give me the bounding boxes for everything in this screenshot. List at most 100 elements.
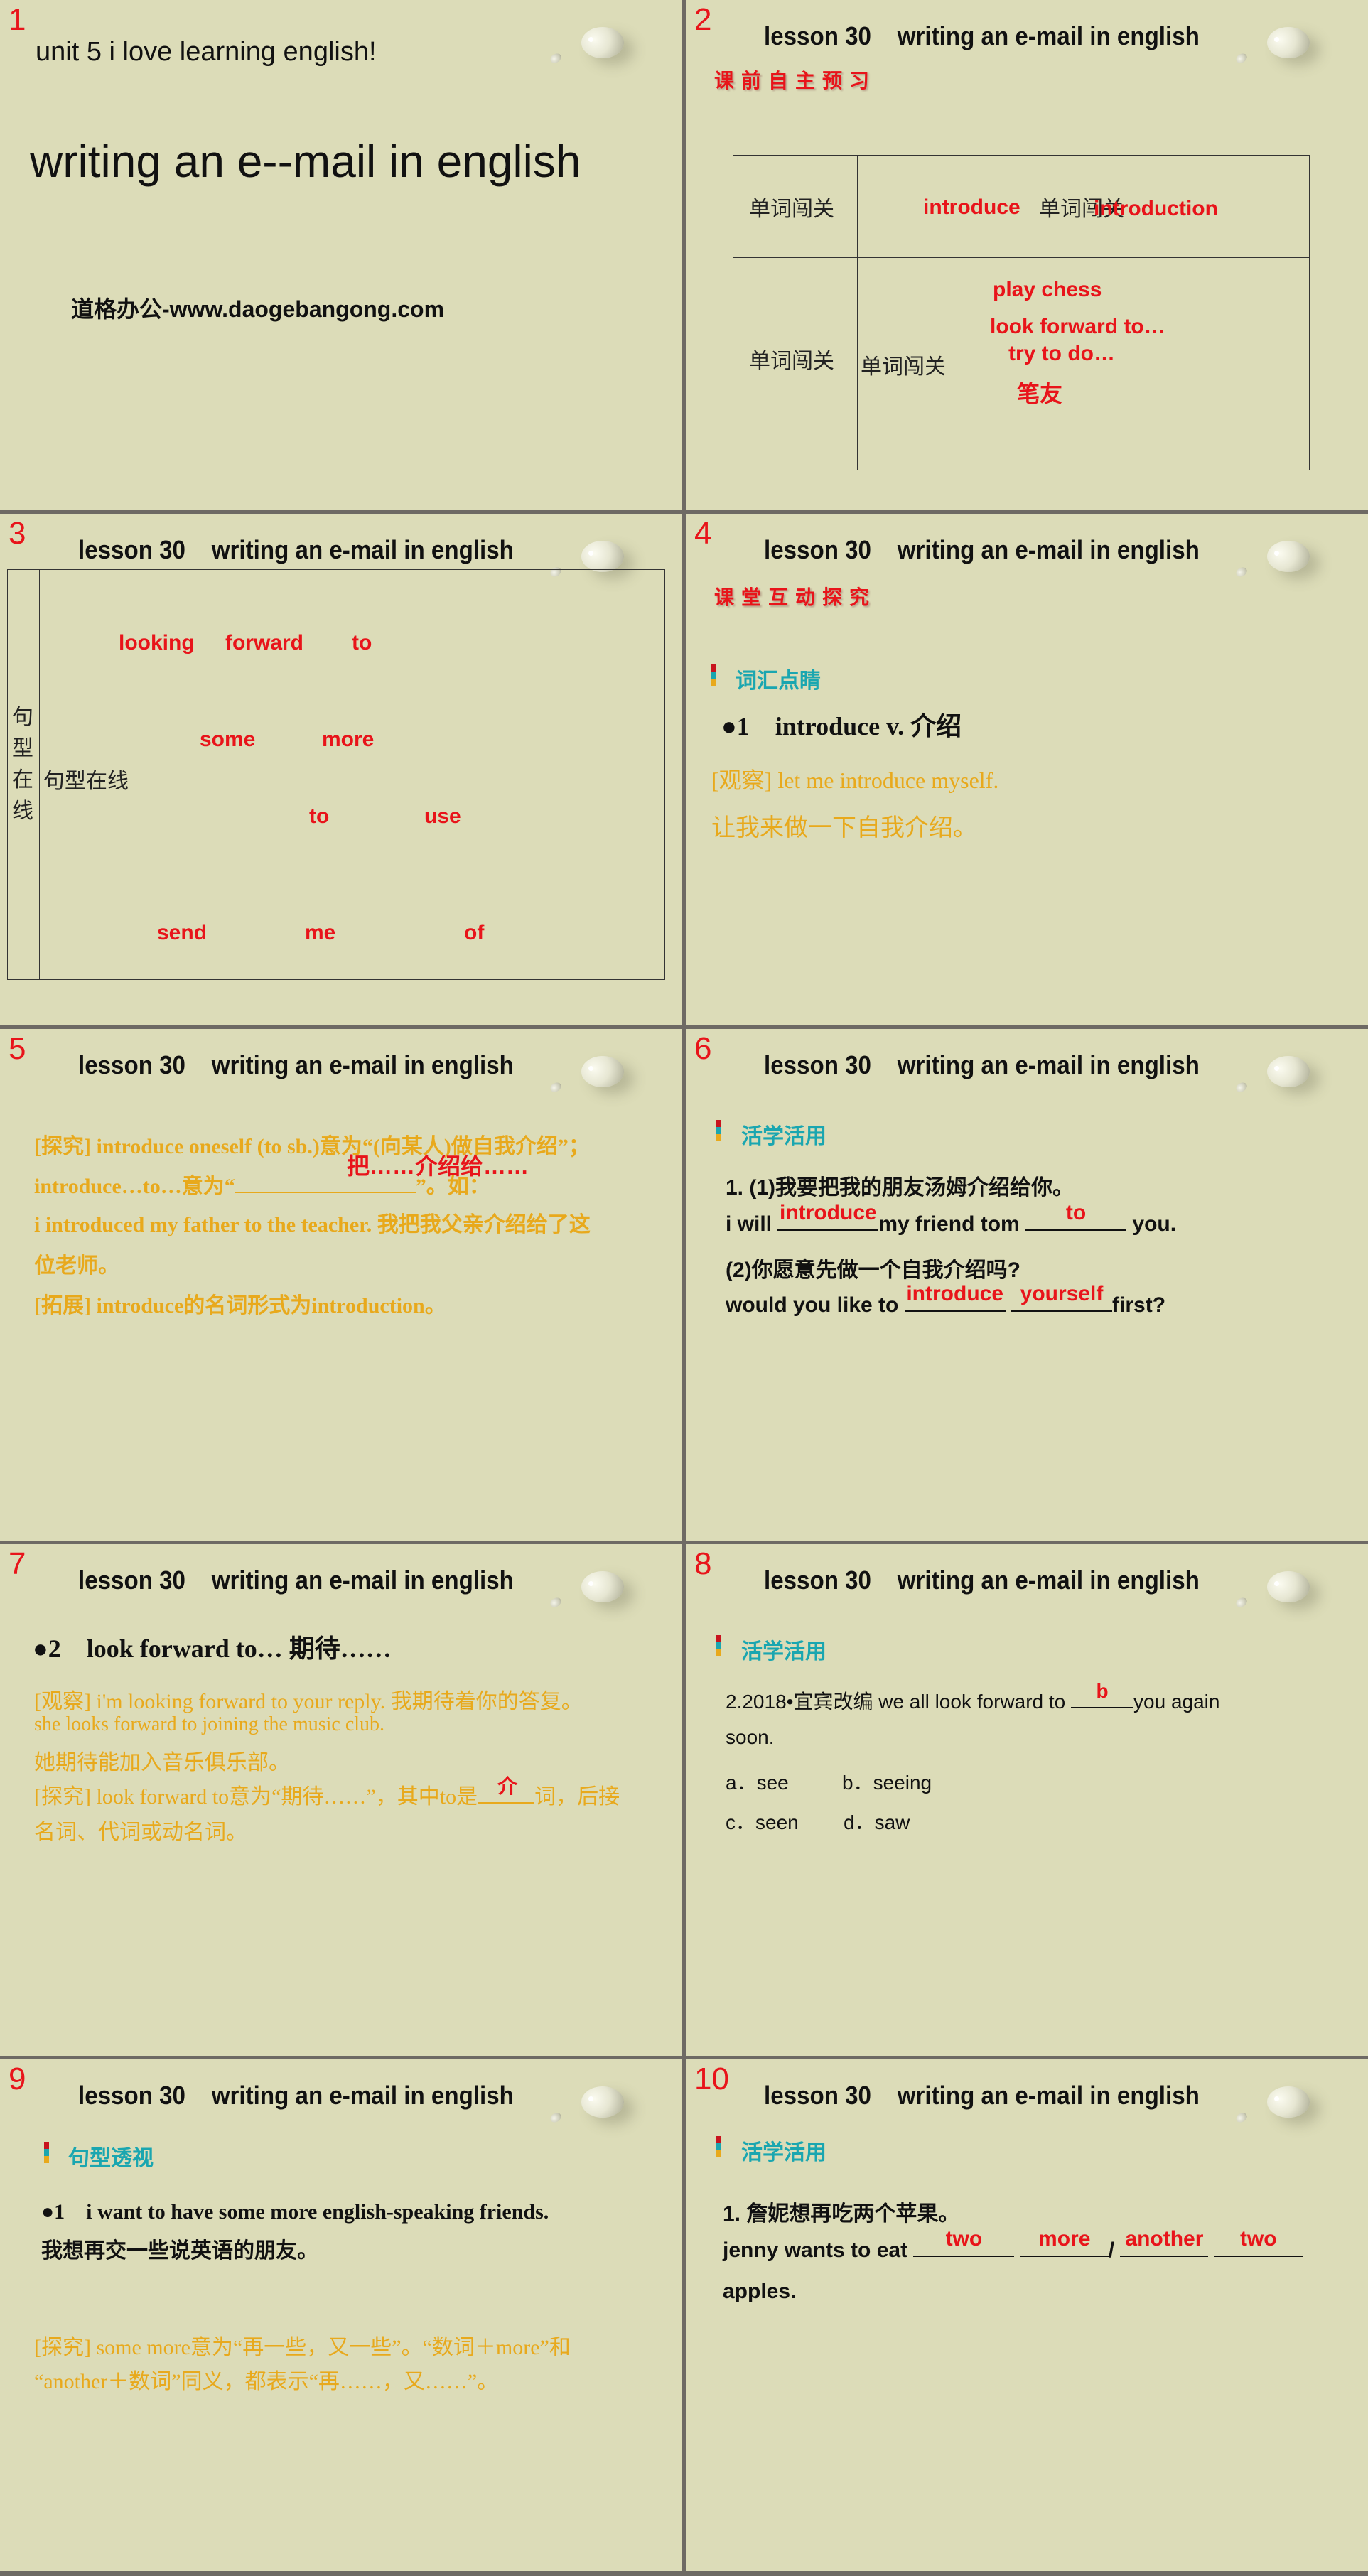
question-en: apples. [723, 2280, 797, 2303]
point-bullet: ●1 [721, 712, 750, 740]
blank-answer: more [1038, 2227, 1091, 2251]
observe-translation: 让我来做一下自我介绍。 [711, 814, 977, 841]
lesson-header: lesson 30 writing an e-mail in english [764, 2081, 1200, 2110]
option-a[interactable]: a．see [726, 1767, 789, 1796]
slide-title: writing an e--mail in english [30, 136, 581, 187]
slide-3[interactable]: 3 lesson 30 writing an e-mail in english… [0, 514, 682, 1025]
tricolor-bar-icon [716, 2136, 721, 2157]
sentence-table: 句 型 在 线 句型在线 looking forward to some mor… [7, 569, 665, 980]
slide-8[interactable]: 8 lesson 30 writing an e-mail in english… [686, 1544, 1368, 2056]
lesson-header: lesson 30 writing an e-mail in english [78, 1050, 514, 1079]
answer-word: forward [225, 631, 304, 654]
unit-title: unit 5 i love learning english! [36, 37, 377, 67]
explore-line: “another＋数词”同义，都表示“再……，又……”。 [34, 2370, 499, 2393]
website-footer: 道格办公-www.daogebangong.com [71, 296, 445, 322]
vocab-table: 单词闯关 introduce 单词闯关 introduction 单词闯关 单词… [733, 155, 1310, 470]
slide-6[interactable]: 6 lesson 30 writing an e-mail in english… [686, 1029, 1368, 1541]
slide-grid: 1 unit 5 i love learning english! writin… [0, 0, 1368, 2576]
option-b[interactable]: b．seeing [842, 1767, 932, 1796]
answer-look-forward-to: look forward to… [990, 315, 1165, 338]
tricolor-bar-icon [44, 2142, 49, 2163]
explore-line: [探究] some more意为“再一些，又一些”。“数词＋more”和 [34, 2336, 571, 2359]
slide-2[interactable]: 2 lesson 30 writing an e-mail in english… [686, 0, 1368, 510]
tricolor-bar-icon [711, 664, 716, 686]
side-label: 句 型 在 线 [12, 706, 33, 823]
fill-blank[interactable]: b [1071, 1680, 1134, 1708]
answer-word: me [305, 921, 336, 944]
slide-7[interactable]: 7 lesson 30 writing an e-mail in english… [0, 1544, 682, 2056]
lesson-header: lesson 30 writing an e-mail in english [78, 1565, 514, 1595]
section-title: 课堂互动探究 [714, 586, 877, 609]
lesson-header: lesson 30 writing an e-mail in english [764, 1050, 1200, 1079]
fill-blank[interactable]: to [1025, 1201, 1127, 1231]
answer-try-to-do: try to do… [1008, 342, 1115, 365]
lesson-header: lesson 30 writing an e-mail in english [78, 2081, 514, 2110]
answer-word: looking [119, 631, 195, 654]
slide-number: 1 [9, 2, 26, 37]
vocab-point: ●1 introduce v. 介绍 [721, 706, 962, 743]
question-en: jenny wants to eat two more / another two [723, 2227, 1303, 2263]
fill-blank[interactable]: introduce [777, 1201, 879, 1231]
blank-answer: introduce [780, 1201, 877, 1224]
option-c[interactable]: c．seen [726, 1807, 799, 1836]
explore-line: [探究] look forward to意为“期待……”，其中to是介词，后接 [34, 1775, 620, 1810]
slide-9[interactable]: 9 lesson 30 writing an e-mail in english… [0, 2059, 682, 2571]
answer-word: to [352, 631, 372, 654]
answer-word: send [157, 921, 208, 944]
water-drop-decoration [512, 2081, 632, 2138]
fill-blank[interactable]: 介 [478, 1775, 535, 1804]
blank-answer: yourself [1020, 1282, 1104, 1305]
subsection-title: 词汇点睛 [736, 669, 821, 693]
tricolor-bar-icon [716, 1120, 721, 1141]
question-en: i will introduce my friend tom to you. [726, 1201, 1177, 1236]
water-drop-decoration [1197, 1050, 1318, 1107]
lesson-header: lesson 30 writing an e-mail in english [78, 535, 514, 564]
blank-answer: another [1125, 2227, 1204, 2251]
point-sentence: i want to have some more english-speakin… [86, 2200, 549, 2224]
blank-answer: to [1065, 1201, 1087, 1224]
blank-answer: introduce [906, 1282, 1004, 1305]
fill-blank[interactable]: more [1020, 2227, 1109, 2257]
slide-4[interactable]: 4 lesson 30 writing an e-mail in english… [686, 514, 1368, 1025]
option-d[interactable]: d．saw [844, 1807, 910, 1836]
answer-introduction: introduction [1094, 197, 1218, 220]
sentence-point: ●1 i want to have some more english-spea… [41, 2200, 549, 2224]
question-en: would you like to introduce yourself firs… [726, 1282, 1166, 1317]
answer-word: to [309, 804, 330, 828]
question-text: 2.2018•宜宾改编 we all look forward to b you … [726, 1680, 1220, 1713]
extend-line: [拓展] introduce的名词形式为introduction。 [34, 1294, 446, 1317]
slide-1[interactable]: 1 unit 5 i love learning english! writin… [0, 0, 682, 510]
water-drop-decoration [1197, 21, 1318, 78]
water-drop-decoration [512, 1050, 632, 1107]
example-line: i introduced my father to the teacher. 我… [34, 1213, 591, 1236]
water-drop-decoration [512, 1565, 632, 1622]
fill-blank[interactable]: yourself [1011, 1282, 1113, 1312]
slide-10[interactable]: 10 lesson 30 writing an e-mail in englis… [686, 2059, 1368, 2571]
water-drop-decoration [512, 21, 632, 78]
blank-answer: two [1239, 2227, 1277, 2251]
observe-example: [观察] i'm looking forward to your reply. … [34, 1690, 583, 1713]
fill-blank[interactable]: another [1120, 2227, 1209, 2257]
fill-blank[interactable]: two [913, 2227, 1015, 2257]
slide-5[interactable]: 5 lesson 30 writing an e-mail in english… [0, 1029, 682, 1541]
blank-answer: 把……介绍给…… [347, 1153, 529, 1179]
observe-example: [观察] let me introduce myself. [711, 767, 999, 793]
point-bullet: ●2 [33, 1634, 61, 1663]
water-drop-decoration [1197, 2081, 1318, 2138]
tricolor-bar-icon [716, 1635, 721, 1656]
blank-answer: two [945, 2227, 983, 2251]
fill-blank[interactable]: two [1214, 2227, 1303, 2257]
blank-answer: b [1096, 1680, 1109, 1702]
lesson-header: lesson 30 writing an e-mail in english [764, 1565, 1200, 1595]
question-zh: (2)你愿意先做一个自我介绍吗? [726, 1259, 1020, 1282]
question-text: soon. [726, 1726, 775, 1748]
water-drop-decoration [1197, 1565, 1318, 1622]
slide-number: 7 [9, 1546, 26, 1581]
slide-number: 2 [694, 2, 712, 37]
blank-answer: 介 [497, 1775, 518, 1797]
lesson-header: lesson 30 writing an e-mail in english [764, 21, 1200, 50]
point-word: introduce v. 介绍 [775, 712, 962, 740]
answer-introduce: introduce [923, 195, 1020, 219]
fill-blank[interactable]: introduce [904, 1282, 1006, 1312]
water-drop-decoration [1197, 535, 1318, 592]
